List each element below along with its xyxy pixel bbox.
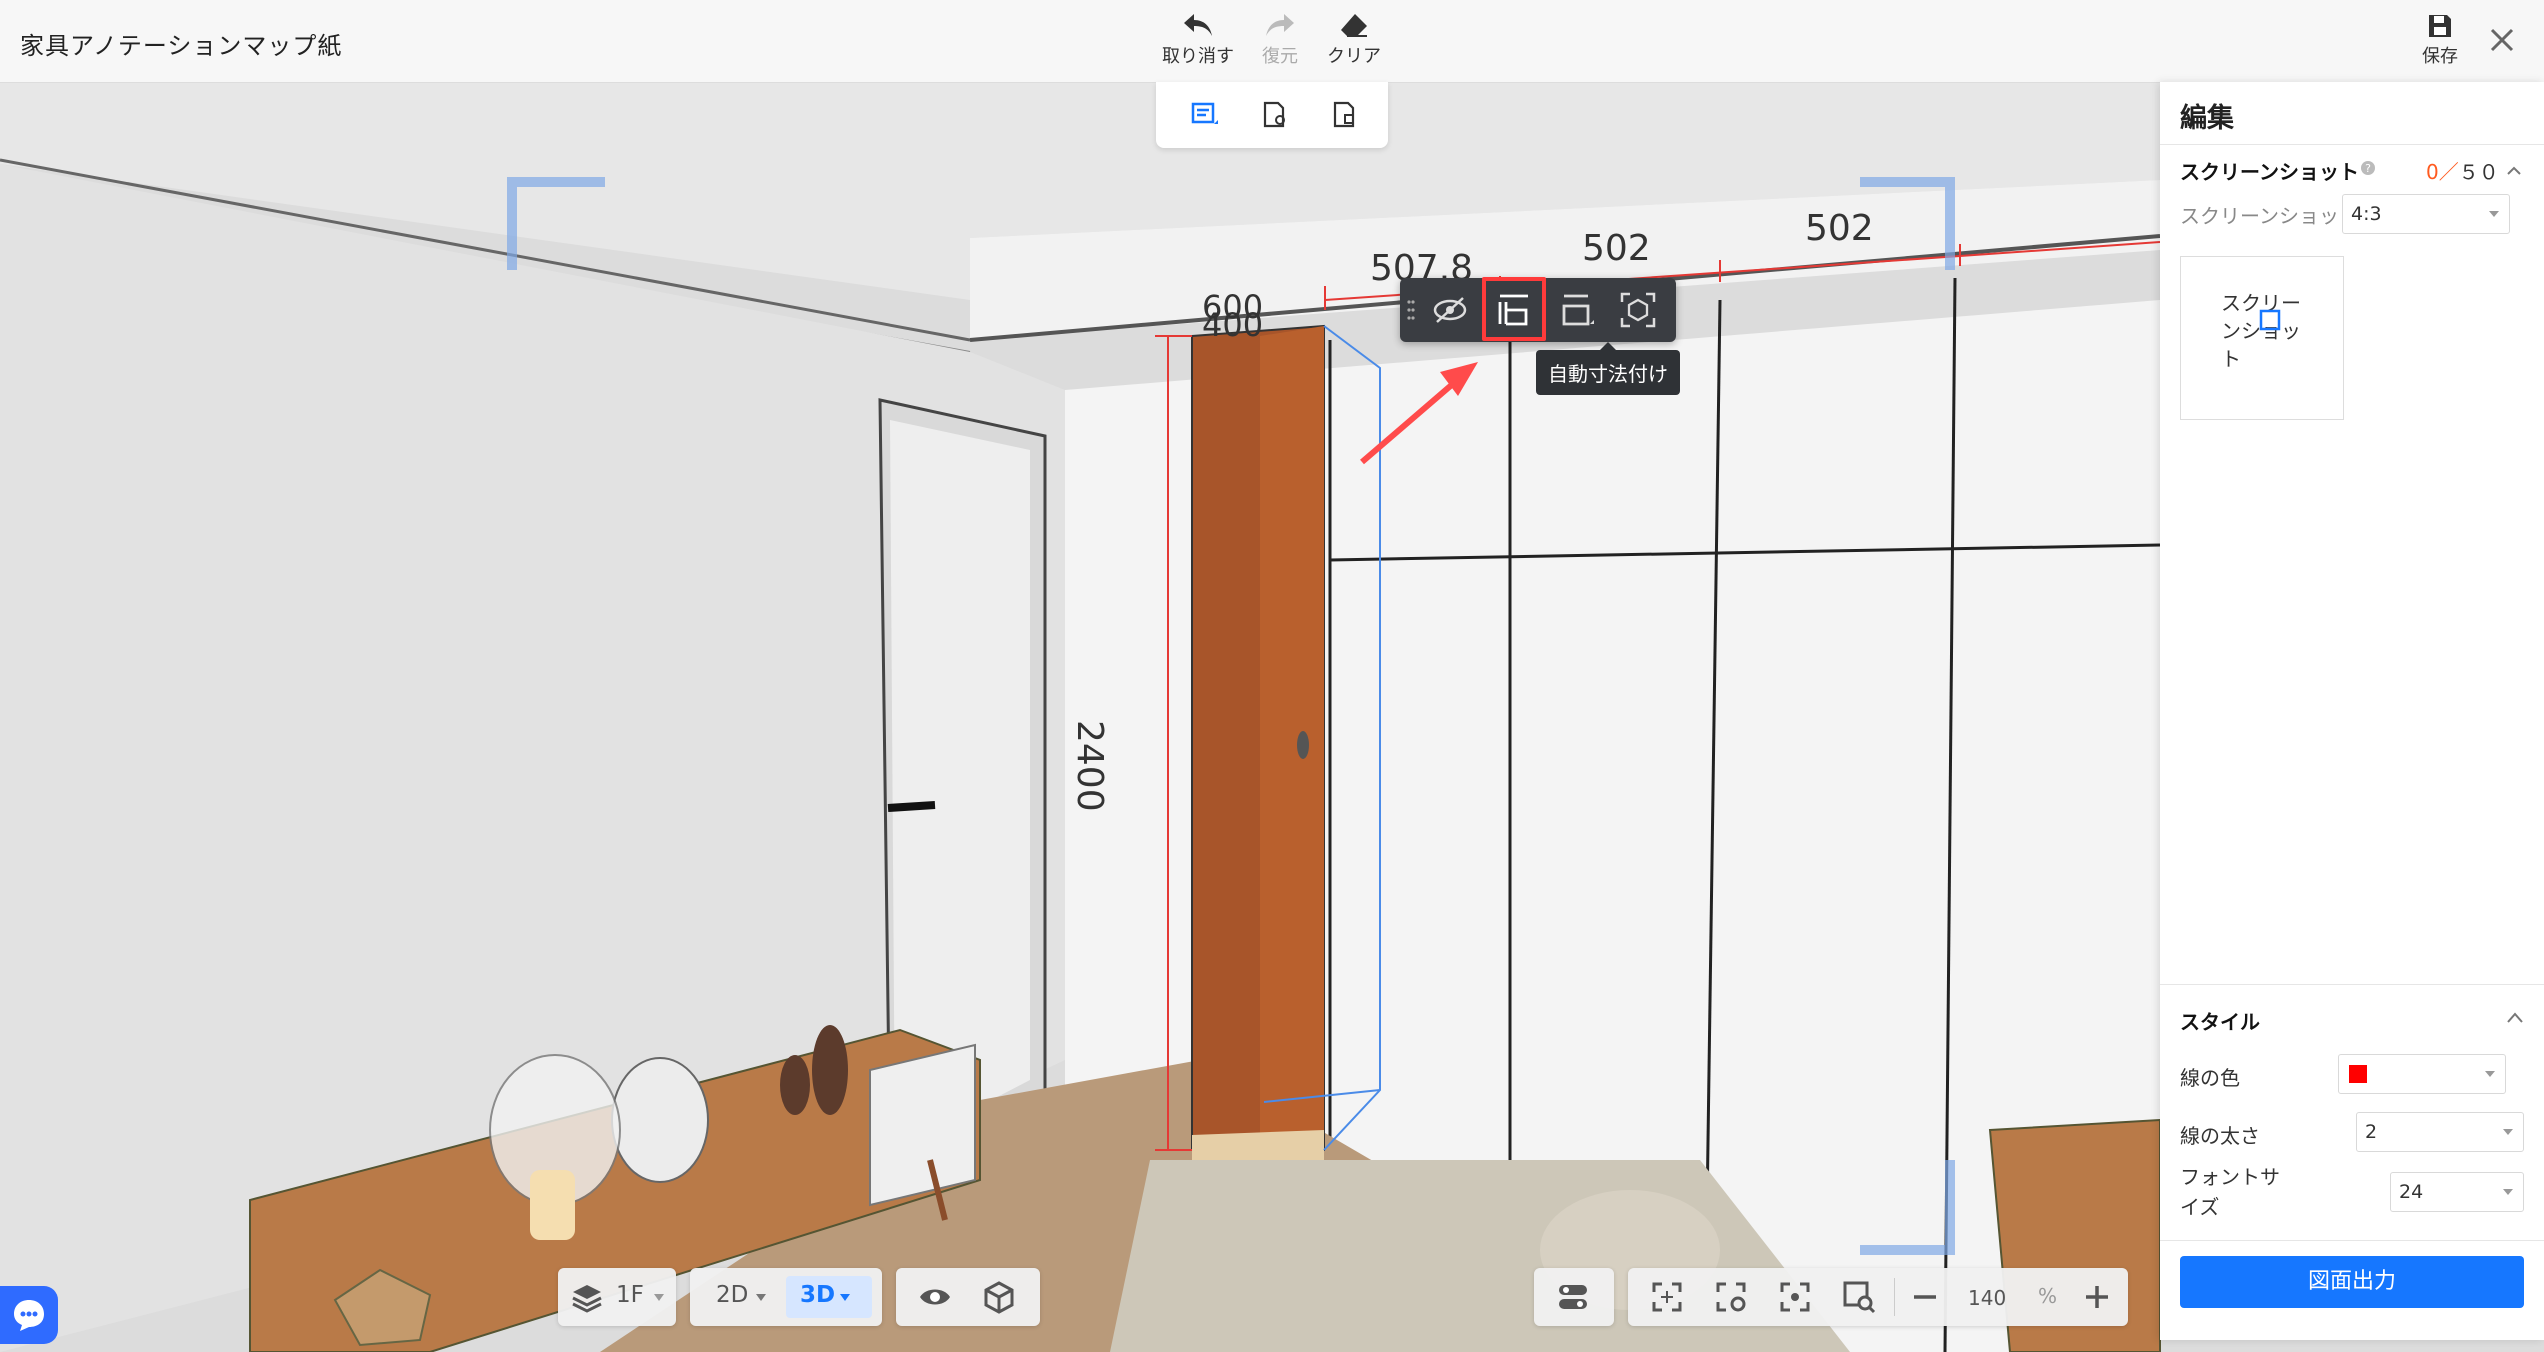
divider bbox=[2160, 144, 2544, 145]
save-button[interactable]: 保存 bbox=[2400, 12, 2480, 68]
undo-label: 取り消す bbox=[1162, 46, 1234, 67]
redo-label: 復元 bbox=[1262, 46, 1298, 67]
screenshot-section-label: スクリーンショット bbox=[2180, 160, 2359, 184]
screenshot-count-separator: ／ bbox=[2438, 160, 2459, 184]
help-icon[interactable]: ? bbox=[2360, 160, 2376, 176]
collapse-chevron-icon[interactable] bbox=[2506, 164, 2522, 176]
collapse-chevron-icon[interactable] bbox=[2506, 1010, 2524, 1024]
screenshot-count-max: ５０ bbox=[2458, 160, 2499, 184]
zoom-in-icon[interactable] bbox=[2080, 1280, 2114, 1314]
divider bbox=[2160, 984, 2544, 985]
line-color-label: 線の色 bbox=[2180, 1066, 2240, 1090]
line-width-label: 線の太さ bbox=[2180, 1124, 2260, 1148]
chevron-down-icon[interactable] bbox=[840, 1294, 850, 1301]
undo-button[interactable]: 取り消す bbox=[1158, 12, 1238, 68]
chevron-down-icon[interactable] bbox=[756, 1294, 766, 1301]
line-width-value: 2 bbox=[2365, 1121, 2378, 1143]
zoom-area-icon[interactable] bbox=[1842, 1280, 1876, 1314]
screenshot-count-current: 0 bbox=[2426, 160, 2439, 184]
fit-view-icon[interactable] bbox=[1650, 1280, 1684, 1314]
screenshot-ratio-value: 4:3 bbox=[2351, 203, 2382, 225]
chat-support-button[interactable] bbox=[0, 1286, 58, 1344]
font-size-value: 24 bbox=[2399, 1181, 2424, 1203]
save-icon bbox=[2429, 15, 2451, 37]
zoom-out-icon[interactable] bbox=[1908, 1280, 1942, 1314]
edit-panel-title: 編集 bbox=[2180, 103, 2234, 134]
document-settings-icon[interactable] bbox=[1260, 100, 1290, 130]
model-floating-toolbar bbox=[1400, 277, 1676, 342]
view-2d-button[interactable]: 2D bbox=[716, 1282, 748, 1308]
line-width-select[interactable]: 2 bbox=[2356, 1112, 2524, 1152]
view-tools: 140 % bbox=[1628, 1268, 2128, 1326]
divider bbox=[2160, 1240, 2544, 1241]
view-settings-icon[interactable] bbox=[1714, 1280, 1748, 1314]
toggle-settings-icon[interactable] bbox=[1556, 1280, 1590, 1314]
screenshot-crop-icon bbox=[2259, 309, 2281, 331]
floor-selector[interactable]: 1F bbox=[558, 1268, 676, 1326]
save-label: 保存 bbox=[2422, 46, 2458, 67]
divider bbox=[1894, 1278, 1895, 1316]
drag-handle-icon[interactable] bbox=[1406, 298, 1416, 322]
eye-icon[interactable] bbox=[918, 1280, 952, 1314]
view-3d-button[interactable]: 3D bbox=[800, 1282, 835, 1308]
app-title: 家具アノテーションマップ紙 bbox=[20, 32, 343, 60]
cube-icon[interactable] bbox=[982, 1280, 1016, 1314]
hide-eye-icon[interactable] bbox=[1428, 288, 1472, 332]
line-color-swatch bbox=[2349, 1065, 2367, 1083]
export-drawing-button[interactable]: 図面出力 bbox=[2180, 1256, 2524, 1308]
focus-center-icon[interactable] bbox=[1778, 1280, 1812, 1314]
model-focus-icon[interactable] bbox=[1616, 288, 1660, 332]
floor-value: 1F bbox=[616, 1282, 644, 1308]
view-mode-switch: 2D 3D bbox=[690, 1268, 882, 1326]
chat-icon bbox=[14, 1300, 44, 1331]
chevron-down-icon bbox=[2503, 1129, 2513, 1135]
dimension-width-3: 502 bbox=[1805, 208, 1874, 249]
dimension-style-icon[interactable] bbox=[1556, 288, 1600, 332]
chevron-down-icon bbox=[2485, 1071, 2495, 1077]
dimension-depth-2: 400 bbox=[1202, 306, 1264, 344]
chevron-down-icon bbox=[2503, 1189, 2513, 1195]
screenshot-ratio-select[interactable]: 4:3 bbox=[2342, 194, 2510, 234]
undo-icon bbox=[1184, 14, 1212, 36]
annotation-mode-icon[interactable] bbox=[1190, 100, 1220, 130]
top-bar: 家具アノテーションマップ紙 取り消す 復元 クリア 保存 bbox=[0, 0, 2544, 83]
font-size-label: フォントサイズ bbox=[2180, 1165, 2280, 1219]
annotation-mode-panel bbox=[1156, 82, 1388, 148]
zoom-unit: % bbox=[2038, 1284, 2058, 1308]
dimension-height: 2400 bbox=[1069, 720, 1110, 812]
close-icon[interactable] bbox=[2484, 22, 2520, 58]
chevron-down-icon bbox=[2489, 211, 2499, 217]
clear-label: クリア bbox=[1327, 46, 1381, 67]
auto-dimension-icon[interactable] bbox=[1492, 288, 1536, 332]
dimension-width-2: 502 bbox=[1582, 228, 1651, 269]
clear-button[interactable]: クリア bbox=[1314, 12, 1394, 68]
layers-icon bbox=[572, 1285, 602, 1313]
line-color-select[interactable] bbox=[2338, 1054, 2506, 1094]
eraser-icon bbox=[1341, 14, 1367, 37]
svg-text:?: ? bbox=[2365, 162, 2371, 175]
screenshot-counter: 0／５０ bbox=[2426, 156, 2499, 185]
style-section-label: スタイル bbox=[2180, 1010, 2260, 1034]
zoom-value[interactable]: 140 bbox=[1968, 1286, 2006, 1310]
document-export-icon[interactable] bbox=[1330, 100, 1360, 130]
screenshot-add-thumbnail[interactable]: スクリーンショット bbox=[2180, 256, 2344, 420]
edit-panel: 編集 スクリーンショット ? 0／５０ スクリーンショット比率 4:3 スクリー… bbox=[2160, 82, 2544, 1340]
font-size-select[interactable]: 24 bbox=[2390, 1172, 2524, 1212]
display-options bbox=[896, 1268, 1040, 1326]
redo-icon bbox=[1266, 14, 1294, 36]
auto-dimension-tooltip: 自動寸法付け bbox=[1536, 342, 1680, 395]
redo-button[interactable]: 復元 bbox=[1240, 12, 1320, 68]
chevron-down-icon bbox=[654, 1294, 664, 1301]
tool-toggles bbox=[1534, 1268, 1614, 1326]
